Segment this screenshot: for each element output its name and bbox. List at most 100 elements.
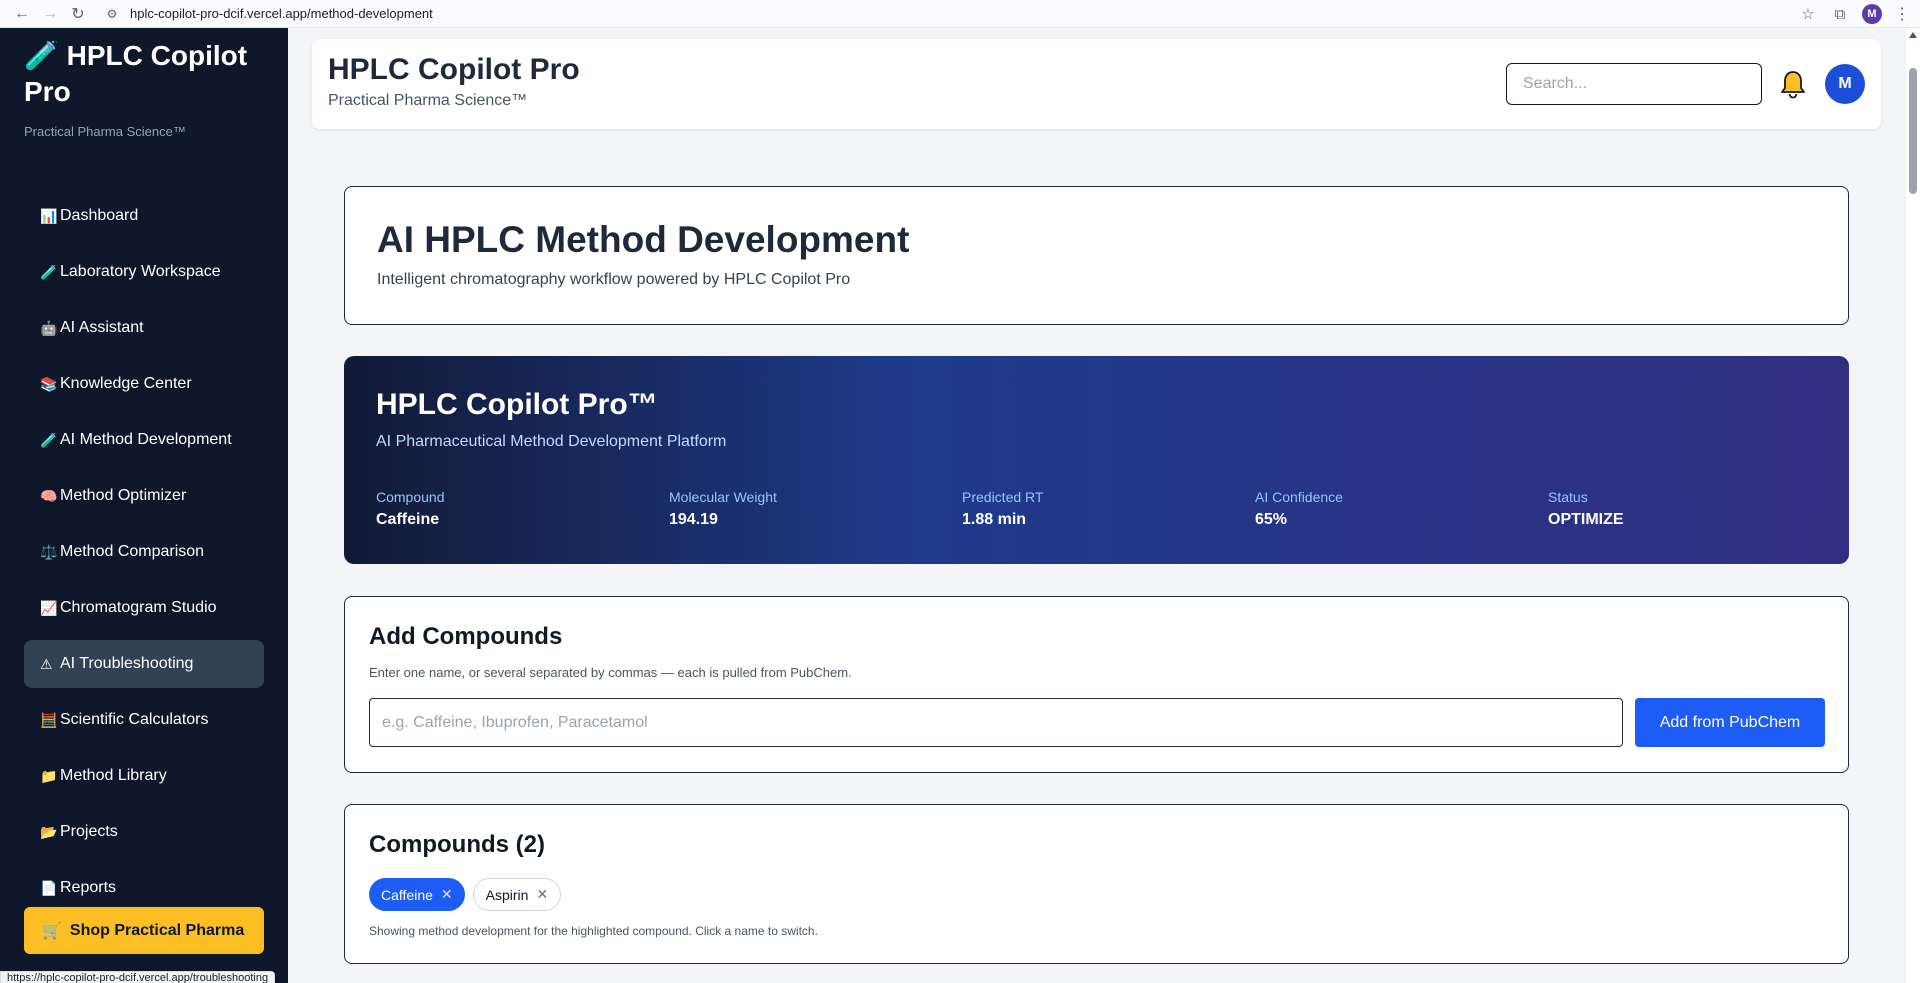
extensions-icon[interactable]: ⧉ <box>1824 0 1856 28</box>
brain-icon: 🧠 <box>40 487 58 504</box>
stat-predicted-rt: Predicted RT 1.88 min <box>962 489 1043 529</box>
forward-arrow-icon[interactable]: → <box>36 0 64 28</box>
sidebar-item-projects[interactable]: 📂 Projects <box>24 808 264 856</box>
search-input[interactable] <box>1506 63 1762 105</box>
sidebar-item-scientific-calculators[interactable]: 🧮 Scientific Calculators <box>24 696 264 744</box>
platform-banner: HPLC Copilot Pro™ AI Pharmaceutical Meth… <box>344 356 1849 564</box>
sidebar-item-ai-troubleshooting[interactable]: ⚠ AI Troubleshooting <box>24 640 264 688</box>
sidebar-item-ai-assistant[interactable]: 🤖 AI Assistant <box>24 304 264 352</box>
browser-toolbar: ← → ↻ ⚙ hplc-copilot-pro-dcif.vercel.app… <box>0 0 1920 28</box>
sidebar-item-label: Reports <box>60 879 117 896</box>
scroll-up-arrow-icon[interactable] <box>1909 32 1917 38</box>
sidebar-item-chromatogram-studio[interactable]: 📈 Chromatogram Studio <box>24 584 264 632</box>
stat-label: AI Confidence <box>1255 489 1343 505</box>
sidebar-item-label: Method Comparison <box>60 543 205 560</box>
stat-value: OPTIMIZE <box>1548 511 1624 528</box>
add-from-pubchem-button[interactable]: Add from PubChem <box>1635 698 1825 747</box>
document-icon: 📄 <box>40 879 58 896</box>
sidebar-item-ai-method-development[interactable]: 🧪 AI Method Development <box>24 416 264 464</box>
sidebar-item-dashboard[interactable]: 📊 Dashboard <box>24 192 264 240</box>
add-compounds-card: Add Compounds Enter one name, or several… <box>344 596 1849 773</box>
stat-value: 1.88 min <box>962 511 1027 528</box>
reload-icon[interactable]: ↻ <box>64 0 92 28</box>
warning-icon: ⚠ <box>40 655 53 672</box>
close-icon[interactable]: ✕ <box>536 886 548 903</box>
compound-name-input[interactable] <box>369 698 1623 747</box>
compounds-title: Compounds (2) <box>369 831 545 858</box>
address-bar[interactable]: hplc-copilot-pro-dcif.vercel.app/method-… <box>130 6 433 21</box>
folder-icon: 📁 <box>40 767 58 784</box>
sidebar-item-label: AI Troubleshooting <box>60 655 194 672</box>
sidebar-nav: 📊 Dashboard 🧪 Laboratory Workspace 🤖 AI Ass… <box>24 192 264 920</box>
browser-menu-icon[interactable]: ⋮ <box>1888 0 1916 28</box>
page-hero-card: AI HPLC Method Development Intelligent c… <box>344 186 1849 325</box>
compounds-help: Showing method development for the highl… <box>369 924 818 938</box>
robot-icon: 🤖 <box>40 319 58 336</box>
add-compounds-title: Add Compounds <box>369 623 563 650</box>
open-folder-icon: 📂 <box>40 823 58 840</box>
sidebar-item-label: Dashboard <box>60 207 139 224</box>
sidebar-item-method-optimizer[interactable]: 🧠 Method Optimizer <box>24 472 264 520</box>
test-tube-icon: 🧪 <box>24 40 59 71</box>
browser-profile-avatar[interactable]: M <box>1862 4 1882 24</box>
chip-label: Caffeine <box>381 886 433 903</box>
stat-molecular-weight: Molecular Weight 194.19 <box>669 489 777 529</box>
banner-subtitle: AI Pharmaceutical Method Development Pla… <box>376 433 727 450</box>
close-icon[interactable]: ✕ <box>441 886 453 903</box>
stat-value: 65% <box>1255 511 1288 528</box>
back-arrow-icon[interactable]: ← <box>8 0 36 28</box>
sidebar-item-label: Scientific Calculators <box>60 711 209 728</box>
sidebar-item-method-comparison[interactable]: ⚖️ Method Comparison <box>24 528 264 576</box>
banner-title: HPLC Copilot Pro™ <box>376 388 658 421</box>
bookmark-star-icon[interactable]: ☆ <box>1792 0 1824 28</box>
sidebar-item-laboratory-workspace[interactable]: 🧪 Laboratory Workspace <box>24 248 264 296</box>
chart-icon: 📊 <box>40 207 58 224</box>
sidebar-item-label: AI Method Development <box>60 431 232 448</box>
scrollbar-thumb[interactable] <box>1909 68 1917 194</box>
link-status-url: https://hplc-copilot-pro-dcif.vercel.app… <box>0 971 276 983</box>
sidebar-item-label: Method Optimizer <box>60 487 187 504</box>
stat-label: Predicted RT <box>962 489 1044 505</box>
bell-icon[interactable] <box>1779 69 1807 99</box>
compound-chips: Caffeine ✕ Aspirin ✕ <box>369 878 562 911</box>
sidebar-item-method-library[interactable]: 📁 Method Library <box>24 752 264 800</box>
abacus-icon: 🧮 <box>40 711 58 728</box>
compounds-card: Compounds (2) Caffeine ✕ Aspirin ✕ Showi… <box>344 804 1849 964</box>
test-tube-icon: 🧪 <box>40 431 58 448</box>
page-subtitle: Intelligent chromatography workflow powe… <box>377 271 851 288</box>
shop-practical-pharma-button[interactable]: 🛒 Shop Practical Pharma <box>24 907 264 954</box>
sidebar-item-reports[interactable]: 📄 Reports <box>24 864 264 912</box>
top-header: HPLC Copilot Pro Practical Pharma Scienc… <box>312 39 1881 129</box>
stat-value: 194.19 <box>669 511 718 528</box>
shop-button-label: Shop Practical Pharma <box>69 921 245 939</box>
compound-chip-aspirin[interactable]: Aspirin ✕ <box>472 878 562 911</box>
stat-ai-confidence: AI Confidence 65% <box>1255 489 1343 529</box>
sidebar-item-label: Method Library <box>60 767 167 784</box>
sidebar: 🧪 HPLC Copilot Pro Practical Pharma Scie… <box>0 28 288 983</box>
header-subtitle: Practical Pharma Science™ <box>328 92 528 109</box>
scale-icon: ⚖️ <box>40 543 58 560</box>
stat-status: Status OPTIMIZE <box>1548 489 1624 529</box>
page-title: AI HPLC Method Development <box>377 219 910 260</box>
user-avatar[interactable]: M <box>1825 64 1865 104</box>
sidebar-item-label: Knowledge Center <box>60 375 192 392</box>
page-scrollbar[interactable] <box>1905 28 1920 983</box>
brand: 🧪 HPLC Copilot Pro Practical Pharma Scie… <box>24 38 264 139</box>
stat-label: Compound <box>376 489 445 505</box>
stat-compound: Compound Caffeine <box>376 489 445 529</box>
line-chart-icon: 📈 <box>40 599 58 616</box>
add-compounds-help: Enter one name, or several separated by … <box>369 665 852 680</box>
sidebar-item-label: Chromatogram Studio <box>60 599 217 616</box>
site-info-icon[interactable]: ⚙ <box>102 4 122 24</box>
sidebar-item-label: Projects <box>60 823 118 840</box>
stat-value: Caffeine <box>376 511 440 528</box>
brand-subtitle: Practical Pharma Science™ <box>24 124 186 139</box>
sidebar-item-label: AI Assistant <box>60 319 144 336</box>
stat-label: Molecular Weight <box>669 489 777 505</box>
header-title: HPLC Copilot Pro <box>328 53 580 86</box>
stat-label: Status <box>1548 489 1588 505</box>
compound-chip-caffeine[interactable]: Caffeine ✕ <box>369 878 465 911</box>
sidebar-item-label: Laboratory Workspace <box>60 263 221 280</box>
sidebar-item-knowledge-center[interactable]: 📚 Knowledge Center <box>24 360 264 408</box>
shopping-cart-icon: 🛒 <box>42 922 62 940</box>
